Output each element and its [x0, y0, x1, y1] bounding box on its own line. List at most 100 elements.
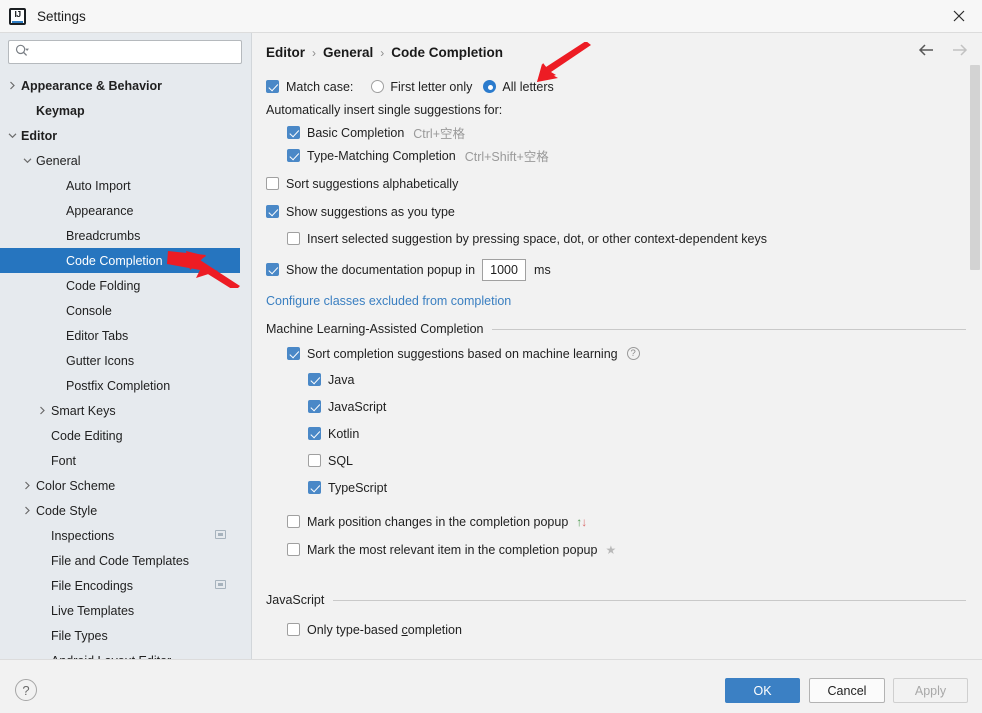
apply-button[interactable]: Apply [893, 678, 968, 703]
mark-most-relevant-label: Mark the most relevant item in the compl… [307, 542, 598, 557]
sort-alphabetically-checkbox[interactable] [266, 177, 279, 190]
main-scrollbar-thumb[interactable] [970, 65, 980, 270]
arrow-left-icon[interactable] [917, 43, 935, 61]
mark-most-relevant-checkbox[interactable] [287, 543, 300, 556]
search-icon [15, 44, 30, 61]
only-type-based-completion-checkbox[interactable] [287, 623, 300, 636]
sidebar-item-postfix-completion[interactable]: Postfix Completion [0, 373, 240, 398]
sort-ml-checkbox[interactable] [287, 347, 300, 360]
sidebar-item-label: Gutter Icons [66, 353, 135, 368]
sidebar-item-file-and-code-templates[interactable]: File and Code Templates [0, 548, 240, 573]
sidebar-item-font[interactable]: Font [0, 448, 240, 473]
sidebar-item-label: General [36, 153, 81, 168]
chevron-right-icon[interactable] [36, 404, 49, 417]
sidebar-item-file-types[interactable]: File Types [0, 623, 240, 648]
search-input[interactable] [34, 44, 229, 60]
main-scrollbar-track[interactable] [969, 33, 982, 659]
match-case-label: Match case: [286, 79, 354, 94]
sidebar-item-label: Appearance & Behavior [21, 78, 163, 93]
type-matching-completion-checkbox[interactable] [287, 149, 300, 162]
ok-button[interactable]: OK [725, 678, 800, 703]
mark-most-relevant-row: Mark the most relevant item in the compl… [266, 538, 966, 561]
radio-first-letter-only[interactable] [371, 80, 385, 93]
sidebar-item-file-encodings[interactable]: File Encodings [0, 573, 240, 598]
sidebar-item-breadcrumbs[interactable]: Breadcrumbs [0, 223, 240, 248]
sidebar-item-appearance[interactable]: Appearance [0, 198, 240, 223]
mark-position-changes-checkbox[interactable] [287, 515, 300, 528]
chevron-right-icon[interactable] [21, 504, 34, 517]
ml-lang-javascript-checkbox[interactable] [308, 400, 321, 413]
ml-lang-kotlin-checkbox[interactable] [308, 427, 321, 440]
sidebar-item-editor[interactable]: Editor [0, 123, 240, 148]
section-divider [333, 599, 966, 601]
ml-lang-java-row: Java [266, 368, 966, 391]
ml-section-title: Machine Learning-Assisted Completion [266, 322, 484, 336]
ml-lang-sql-row: SQL [266, 449, 966, 472]
sidebar-item-label: Breadcrumbs [66, 228, 141, 243]
sidebar-item-color-scheme[interactable]: Color Scheme [0, 473, 240, 498]
sort-updown-icon: ↑↓ [576, 515, 587, 529]
cancel-button[interactable]: Cancel [809, 678, 885, 703]
sidebar-item-live-templates[interactable]: Live Templates [0, 598, 240, 623]
javascript-section-title: JavaScript [266, 593, 325, 607]
chevron-right-icon[interactable] [6, 79, 19, 92]
help-icon[interactable]: ? [626, 347, 640, 360]
doc-popup-checkbox[interactable] [266, 263, 279, 276]
auto-insert-label: Automatically insert single suggestions … [266, 102, 503, 117]
search-box[interactable] [8, 40, 242, 64]
breadcrumb-item-general[interactable]: General [323, 45, 373, 60]
chevron-right-icon[interactable] [21, 479, 34, 492]
code-completion-settings: Match case: First letter only All letter… [266, 75, 966, 641]
ml-lang-java-label: Java [328, 372, 355, 387]
sidebar-item-code-completion[interactable]: Code Completion [0, 248, 240, 273]
insert-selected-checkbox[interactable] [287, 232, 300, 245]
sidebar-item-gutter-icons[interactable]: Gutter Icons [0, 348, 240, 373]
window-title: Settings [37, 8, 86, 24]
sidebar-item-smart-keys[interactable]: Smart Keys [0, 398, 240, 423]
radio-all-letters[interactable] [483, 80, 497, 93]
auto-insert-heading: Automatically insert single suggestions … [266, 98, 966, 121]
ml-lang-kotlin-row: Kotlin [266, 422, 966, 445]
sidebar-item-console[interactable]: Console [0, 298, 240, 323]
ml-lang-java-checkbox[interactable] [308, 373, 321, 386]
doc-popup-label: Show the documentation popup in [286, 262, 476, 277]
javascript-section-header: JavaScript [266, 587, 966, 613]
show-as-you-type-checkbox[interactable] [266, 205, 279, 218]
sidebar-item-inspections[interactable]: Inspections [0, 523, 240, 548]
match-case-checkbox[interactable] [266, 80, 279, 93]
sidebar-item-code-editing[interactable]: Code Editing [0, 423, 240, 448]
ml-lang-typescript-checkbox[interactable] [308, 481, 321, 494]
sidebar-item-auto-import[interactable]: Auto Import [0, 173, 240, 198]
sidebar-item-general[interactable]: General [0, 148, 240, 173]
configure-excluded-classes-link[interactable]: Configure classes excluded from completi… [266, 294, 511, 308]
sidebar-item-code-style[interactable]: Code Style [0, 498, 240, 523]
doc-popup-delay-input[interactable] [482, 258, 527, 281]
breadcrumb-item-editor[interactable]: Editor [266, 45, 305, 60]
help-button[interactable]: ? [15, 679, 37, 701]
radio-first-letter-only-label: First letter only [390, 79, 473, 94]
window-title-bar: Settings [0, 0, 982, 33]
sidebar-item-label: Auto Import [66, 178, 131, 193]
sidebar-item-label: File Types [51, 628, 108, 643]
sidebar-item-editor-tabs[interactable]: Editor Tabs [0, 323, 240, 348]
ml-lang-sql-checkbox[interactable] [308, 454, 321, 467]
basic-completion-label: Basic Completion [307, 125, 405, 140]
sidebar-item-android-layout-editor[interactable]: Android Layout Editor [0, 648, 240, 660]
sidebar-item-label: Code Completion [66, 253, 163, 268]
chevron-down-icon[interactable] [6, 129, 19, 142]
close-icon[interactable] [936, 0, 982, 32]
sidebar-item-code-folding[interactable]: Code Folding [0, 273, 240, 298]
sidebar-item-appearance-behavior[interactable]: Appearance & Behavior [0, 73, 240, 98]
sidebar-item-keymap[interactable]: Keymap [0, 98, 240, 123]
sidebar-item-label: File and Code Templates [51, 553, 190, 568]
basic-completion-checkbox[interactable] [287, 126, 300, 139]
chevron-down-icon[interactable] [21, 154, 34, 167]
